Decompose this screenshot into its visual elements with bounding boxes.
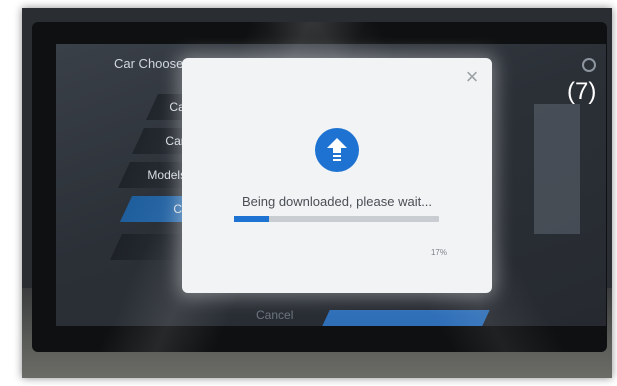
download-status-text: Being downloaded, please wait... <box>241 194 433 209</box>
step-label: (7) <box>567 78 597 105</box>
cancel-button[interactable]: Cancel <box>256 308 293 322</box>
photo-frame: Car Choose CanBo Cars fo Models fo Confi… <box>22 8 612 378</box>
download-dialog: × Being downloaded, please wait... 17% <box>182 58 492 293</box>
progress-fill <box>234 216 269 222</box>
progress-percent: 17% <box>430 248 447 257</box>
upload-arrow-icon <box>315 128 359 172</box>
download-progress-bar <box>234 216 439 222</box>
close-icon[interactable]: × <box>462 66 482 88</box>
side-panel <box>534 104 580 234</box>
confirm-button[interactable] <box>322 310 490 326</box>
settings-icon[interactable] <box>582 58 596 72</box>
page-title: Car Choose <box>114 56 184 71</box>
